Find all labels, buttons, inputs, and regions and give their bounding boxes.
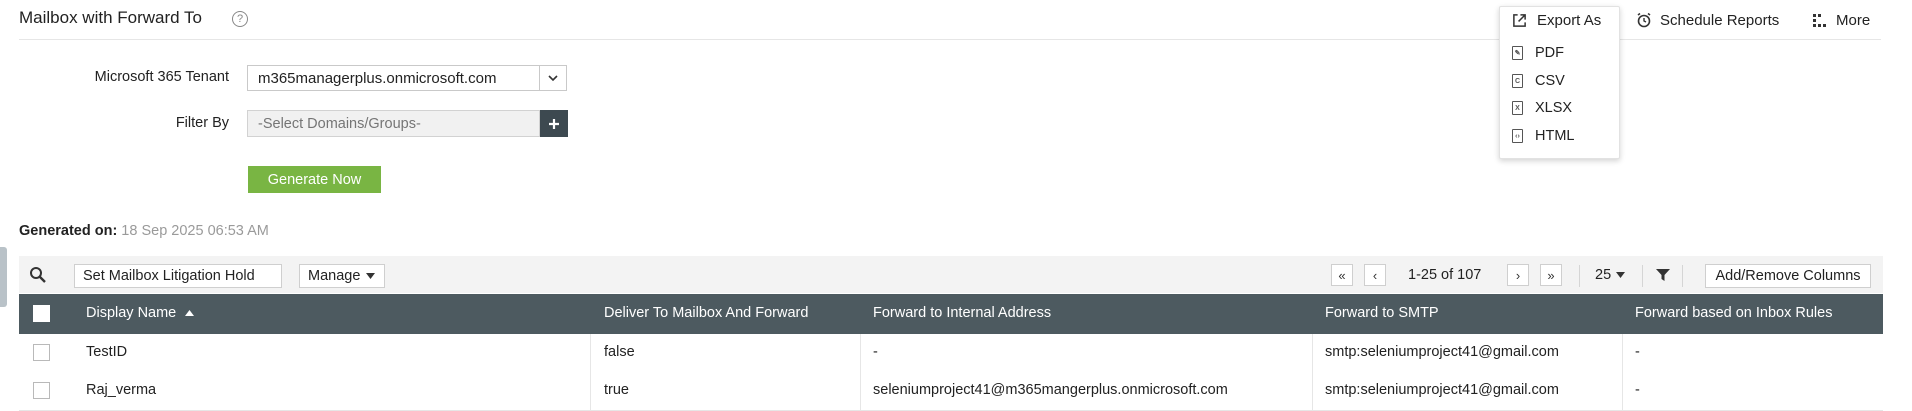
chevron-left-icon: ‹: [1372, 267, 1378, 283]
csv-icon: C: [1512, 74, 1523, 88]
cell-internal-address: -: [873, 344, 878, 360]
table-header: Display Name Deliver To Mailbox And Forw…: [19, 294, 1883, 334]
cell-display-name: Raj_verma: [86, 382, 157, 398]
plus-icon: [549, 118, 559, 129]
add-remove-columns-button[interactable]: Add/Remove Columns: [1705, 264, 1871, 288]
page-info: 1-25 of 107: [1408, 267, 1482, 283]
cell-display-name: TestID: [86, 344, 128, 360]
export-csv-item[interactable]: C CSV: [1512, 73, 1565, 89]
more-grid-icon: [1813, 14, 1826, 27]
cell-internal-address: seleniumproject41@m365mangerplus.onmicro…: [873, 382, 1228, 398]
generated-on: Generated on: 18 Sep 2025 06:53 AM: [19, 223, 269, 239]
cell-deliver: true: [604, 382, 629, 398]
row-checkbox[interactable]: [33, 344, 50, 361]
html-icon: ‹›: [1512, 129, 1523, 143]
sidebar-toggle-handle[interactable]: [0, 247, 7, 307]
column-divider: [1622, 334, 1623, 372]
cell-smtp: smtp:seleniumproject41@gmail.com: [1325, 382, 1559, 398]
toolbar-separator: [1682, 265, 1683, 287]
column-header-inbox-rules[interactable]: Forward based on Inbox Rules: [1635, 305, 1832, 321]
caret-down-icon: [366, 273, 376, 279]
first-page-button[interactable]: «: [1331, 264, 1353, 286]
export-menu: Export As ✎ PDF C CSV X XLSX ‹› HTML: [1499, 6, 1620, 159]
cell-inbox-rules: -: [1635, 344, 1640, 360]
column-divider: [1312, 372, 1313, 410]
chevron-right-icon: ›: [1515, 267, 1521, 283]
column-divider: [590, 334, 591, 372]
schedule-reports-button[interactable]: Schedule Reports: [1636, 9, 1779, 31]
pdf-icon: ✎: [1512, 46, 1523, 60]
set-litigation-hold-button[interactable]: Set Mailbox Litigation Hold: [74, 264, 282, 288]
tenant-select-value: m365managerplus.onmicrosoft.com: [258, 70, 497, 87]
export-icon: [1513, 14, 1526, 27]
table-row[interactable]: Raj_verma true seleniumproject41@m365man…: [19, 372, 1883, 411]
row-checkbox[interactable]: [33, 382, 50, 399]
export-html-label: HTML: [1535, 128, 1575, 144]
chevron-down-icon: [539, 66, 566, 90]
column-header-display-name[interactable]: Display Name: [86, 305, 195, 321]
filter-input[interactable]: [247, 110, 540, 137]
tenant-label: Microsoft 365 Tenant: [94, 69, 229, 85]
manage-label: Manage: [308, 268, 361, 284]
export-pdf-label: PDF: [1535, 45, 1564, 61]
double-chevron-right-icon: »: [1547, 267, 1555, 283]
tenant-select[interactable]: m365managerplus.onmicrosoft.com: [247, 65, 567, 91]
page-title: Mailbox with Forward To: [19, 8, 202, 27]
manage-dropdown[interactable]: Manage: [299, 264, 385, 288]
export-xlsx-item[interactable]: X XLSX: [1512, 100, 1572, 116]
column-divider: [860, 334, 861, 372]
xlsx-icon: X: [1512, 101, 1523, 115]
column-header-smtp[interactable]: Forward to SMTP: [1325, 305, 1439, 321]
search-icon[interactable]: [29, 266, 47, 287]
more-button[interactable]: More: [1812, 9, 1870, 31]
cell-deliver: false: [604, 344, 635, 360]
export-as-label: Export As: [1537, 12, 1602, 29]
generated-on-value: 18 Sep 2025 06:53 AM: [121, 223, 269, 239]
column-divider: [1622, 372, 1623, 410]
export-as-button[interactable]: Export As: [1512, 12, 1601, 29]
schedule-reports-label: Schedule Reports: [1660, 11, 1780, 29]
next-page-button[interactable]: ›: [1507, 264, 1529, 286]
export-xlsx-label: XLSX: [1535, 100, 1573, 116]
filter-add-button[interactable]: [540, 110, 568, 137]
help-icon[interactable]: ?: [232, 11, 248, 27]
caret-down-icon: [1616, 272, 1626, 278]
export-csv-label: CSV: [1535, 73, 1565, 89]
column-divider: [860, 372, 861, 410]
table-row[interactable]: TestID false - smtp:seleniumproject41@gm…: [19, 334, 1883, 373]
export-pdf-item[interactable]: ✎ PDF: [1512, 45, 1564, 61]
alarm-clock-icon: [1637, 12, 1651, 28]
cell-smtp: smtp:seleniumproject41@gmail.com: [1325, 344, 1559, 360]
generate-now-button[interactable]: Generate Now: [248, 166, 381, 193]
column-divider: [590, 372, 591, 410]
generated-on-label: Generated on:: [19, 223, 118, 239]
sort-ascending-icon: [185, 310, 195, 316]
page-size-value: 25: [1595, 267, 1612, 283]
table-toolbar: Set Mailbox Litigation Hold Manage « ‹ 1…: [19, 256, 1883, 293]
cell-inbox-rules: -: [1635, 382, 1640, 398]
toolbar-separator: [1579, 265, 1580, 287]
double-chevron-left-icon: «: [1338, 267, 1346, 283]
filter-funnel-icon[interactable]: [1656, 268, 1670, 285]
column-header-internal-address[interactable]: Forward to Internal Address: [873, 305, 1051, 321]
column-header-label: Display Name: [86, 305, 177, 321]
page-size-select[interactable]: 25: [1595, 267, 1626, 283]
toolbar-separator: [1642, 265, 1643, 287]
more-label: More: [1836, 11, 1871, 29]
select-all-checkbox[interactable]: [33, 305, 50, 322]
column-divider: [1312, 334, 1313, 372]
last-page-button[interactable]: »: [1540, 264, 1562, 286]
export-html-item[interactable]: ‹› HTML: [1512, 128, 1574, 144]
filter-label: Filter By: [175, 115, 229, 131]
column-header-deliver[interactable]: Deliver To Mailbox And Forward: [604, 305, 808, 321]
prev-page-button[interactable]: ‹: [1364, 264, 1386, 286]
